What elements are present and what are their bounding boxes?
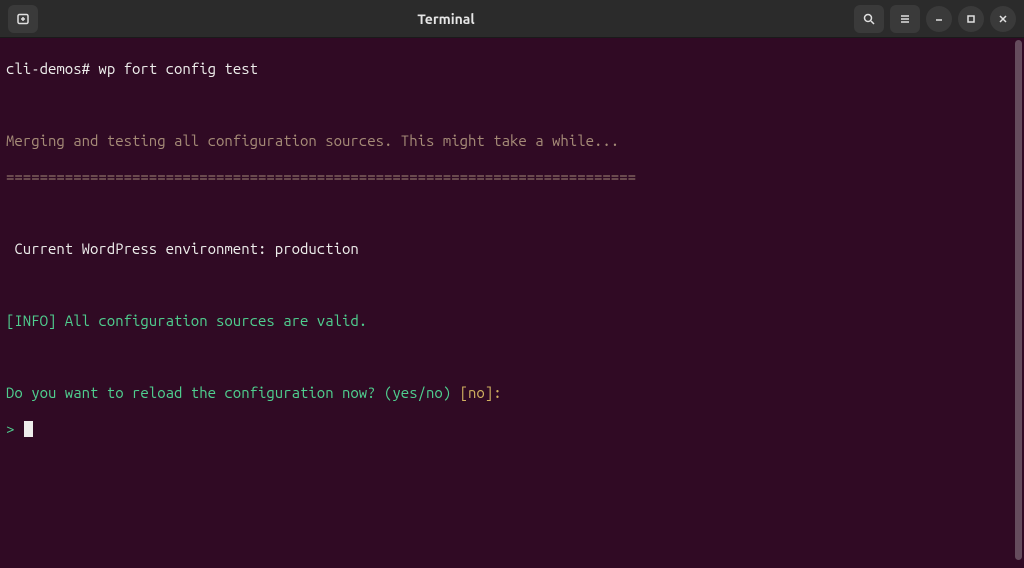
input-line[interactable]: > [6, 420, 1018, 438]
window-title: Terminal [44, 11, 848, 27]
scrollbar[interactable] [1015, 40, 1022, 560]
input-prompt: > [6, 420, 23, 437]
info-line: [INFO] All configuration sources are val… [6, 312, 1018, 330]
bracket-open: [ [460, 384, 468, 401]
close-button[interactable] [990, 6, 1016, 32]
blank-line [6, 96, 1018, 114]
merge-message: Merging and testing all configuration so… [6, 132, 1018, 150]
menu-button[interactable] [890, 5, 920, 33]
environment-line: Current WordPress environment: productio… [6, 240, 1018, 258]
cursor [24, 421, 33, 437]
terminal-body[interactable]: cli-demos# wp fort config test Merging a… [0, 38, 1024, 568]
blank-line [6, 348, 1018, 366]
blank-line [6, 276, 1018, 294]
command-text: wp fort config test [98, 60, 258, 77]
question-text: Do you want to reload the configuration … [6, 384, 460, 401]
blank-line [6, 204, 1018, 222]
bracket-close: ]: [485, 384, 502, 401]
terminal-window: Terminal [0, 0, 1024, 568]
default-answer: no [468, 384, 485, 401]
maximize-button[interactable] [958, 6, 984, 32]
new-tab-button[interactable] [8, 5, 38, 33]
titlebar: Terminal [0, 0, 1024, 38]
titlebar-left [8, 5, 38, 33]
prompt-host: cli-demos# [6, 60, 90, 77]
divider: ========================================… [6, 168, 1018, 186]
question-line: Do you want to reload the configuration … [6, 384, 1018, 402]
prompt-line: cli-demos# wp fort config test [6, 60, 1018, 78]
minimize-button[interactable] [926, 6, 952, 32]
titlebar-right [854, 5, 1016, 33]
search-button[interactable] [854, 5, 884, 33]
